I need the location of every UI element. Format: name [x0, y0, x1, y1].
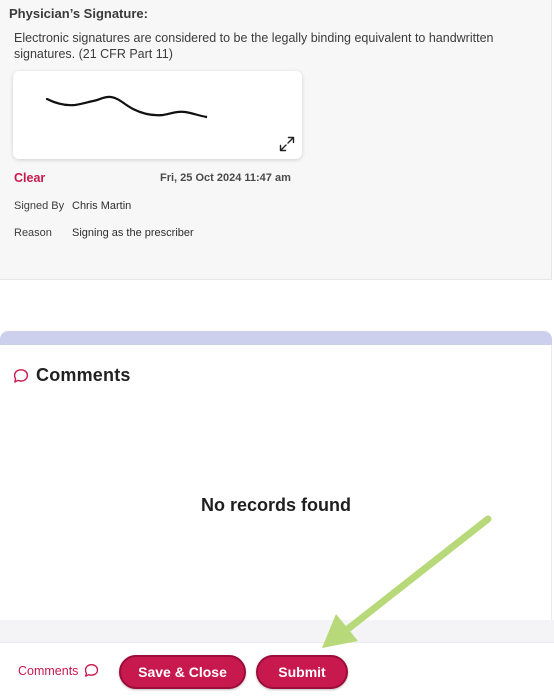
- footer-gap: [0, 620, 554, 642]
- submit-button[interactable]: Submit: [256, 655, 348, 689]
- reason-value: Signing as the prescriber: [72, 227, 194, 239]
- comments-title: Comments: [36, 365, 131, 385]
- signature-description: Electronic signatures are considered to …: [14, 31, 494, 61]
- signature-title: Physician’s Signature:: [9, 6, 148, 21]
- chat-bubble-icon: [13, 368, 29, 383]
- expand-icon[interactable]: [279, 136, 295, 152]
- page: Physician’s Signature: Electronic signat…: [0, 0, 554, 698]
- footer-comments-link[interactable]: Comments: [18, 663, 99, 678]
- signature-card: Physician’s Signature: Electronic signat…: [0, 0, 552, 280]
- comments-panel: Comments No records found: [0, 345, 552, 620]
- signature-pad[interactable]: [13, 71, 302, 159]
- comments-header: Comments: [13, 365, 131, 386]
- signature-stroke: [45, 95, 208, 119]
- reason-label: Reason: [14, 227, 52, 239]
- signed-by-value: Chris Martin: [72, 200, 132, 212]
- signed-by-label: Signed By: [14, 200, 65, 212]
- empty-state-message: No records found: [200, 495, 351, 515]
- clear-signature-link[interactable]: Clear: [14, 171, 45, 185]
- action-footer: Comments Save & Close Submit: [0, 642, 554, 698]
- save-and-close-button[interactable]: Save & Close: [119, 655, 246, 689]
- signature-timestamp: Fri, 25 Oct 2024 11:47 am: [160, 172, 291, 184]
- chat-bubble-icon: [85, 664, 99, 677]
- footer-comments-label: Comments: [18, 663, 79, 678]
- section-divider-band: [0, 331, 552, 345]
